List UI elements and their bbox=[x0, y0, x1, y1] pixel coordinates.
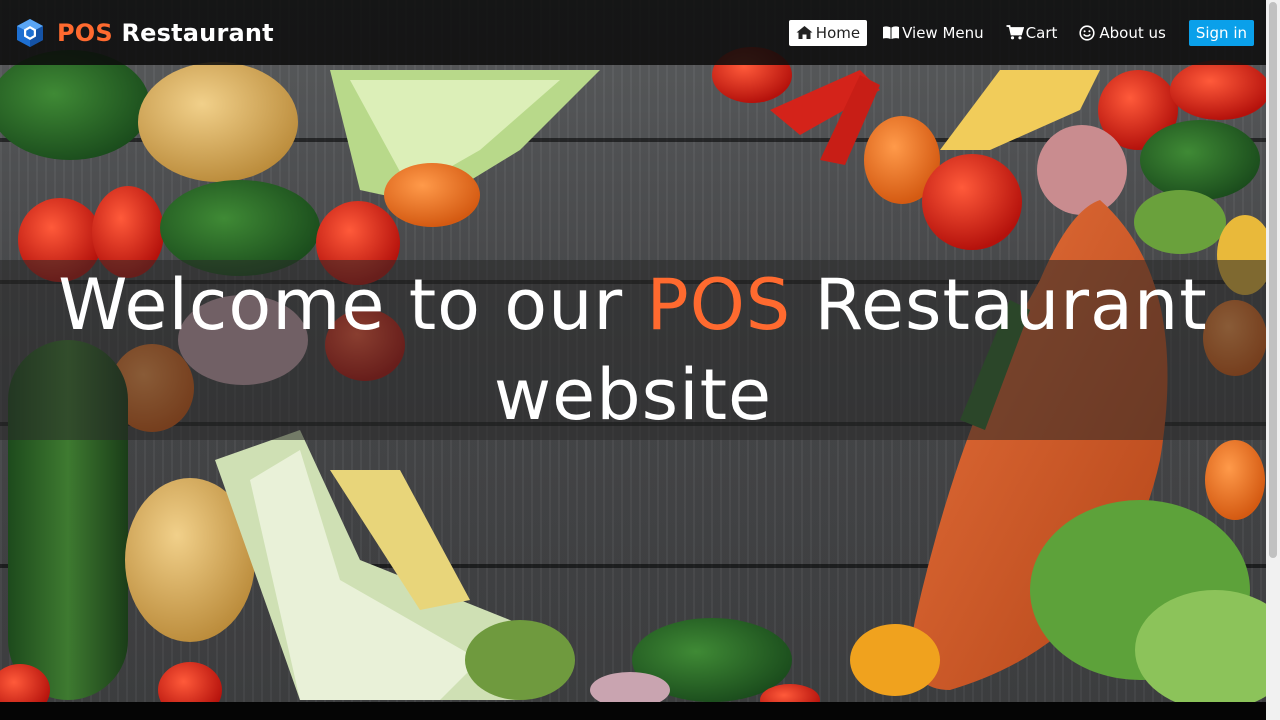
nav-item-home[interactable]: Home bbox=[788, 19, 868, 46]
nav-item-cart[interactable]: Cart bbox=[999, 20, 1065, 46]
page-bottom-edge bbox=[0, 702, 1266, 720]
sign-in-button[interactable]: Sign in bbox=[1188, 19, 1254, 46]
headline-line2: website bbox=[493, 354, 773, 436]
nav-label-home: Home bbox=[815, 23, 861, 42]
nav-label-about-us: About us bbox=[1099, 23, 1166, 42]
brand-accent-text: POS bbox=[57, 18, 113, 47]
headline-text-after: Restaurant bbox=[814, 264, 1208, 346]
nav-item-view-menu[interactable]: View Menu bbox=[875, 20, 991, 46]
hero-headline-band: Welcome to our POS Restaurant website bbox=[0, 260, 1266, 440]
brand-link[interactable]: POS Restaurant bbox=[14, 0, 274, 65]
smile-icon bbox=[1079, 25, 1096, 41]
cart-icon bbox=[1006, 25, 1024, 40]
vertical-scrollbar[interactable] bbox=[1266, 0, 1280, 720]
scrollbar-thumb[interactable] bbox=[1269, 2, 1277, 558]
brand-name-text: Restaurant bbox=[121, 18, 274, 47]
nav-label-view-menu: View Menu bbox=[902, 23, 984, 42]
headline-text-before: Welcome to our bbox=[58, 264, 624, 346]
hero-headline: Welcome to our POS Restaurant website bbox=[58, 260, 1207, 440]
brand-title: POS Restaurant bbox=[57, 19, 274, 47]
navbar: POS Restaurant Home View Menu Cart About… bbox=[0, 0, 1266, 65]
cube-logo-icon bbox=[14, 17, 46, 49]
headline-accent-text: POS bbox=[646, 264, 792, 346]
nav-label-cart: Cart bbox=[1025, 23, 1058, 42]
nav-item-about-us[interactable]: About us bbox=[1072, 20, 1172, 46]
home-icon bbox=[796, 25, 813, 40]
book-icon bbox=[882, 25, 900, 40]
nav-menu: Home View Menu Cart About us Sign in bbox=[781, 0, 1254, 65]
